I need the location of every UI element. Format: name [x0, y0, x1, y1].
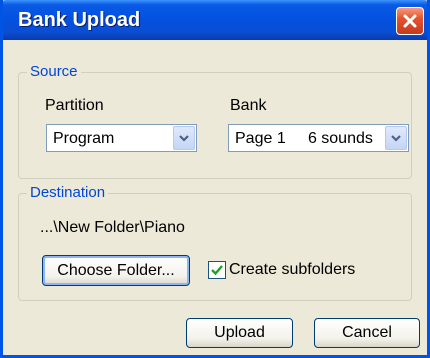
cancel-button-label: Cancel: [342, 324, 392, 341]
bank-upload-dialog: Bank Upload Source Partition Bank Progra…: [0, 0, 430, 358]
destination-legend: Destination: [27, 184, 109, 201]
create-subfolders-checkbox[interactable]: [208, 261, 226, 279]
source-legend: Source: [27, 63, 81, 80]
chevron-down-icon: [179, 135, 189, 142]
choose-folder-button[interactable]: Choose Folder...: [42, 255, 190, 286]
upload-button[interactable]: Upload: [186, 318, 293, 348]
checkmark-icon: [211, 265, 223, 276]
partition-label: Partition: [45, 97, 104, 114]
partition-dropdown-button[interactable]: [173, 126, 195, 150]
close-button[interactable]: [396, 7, 424, 35]
chevron-down-icon: [391, 135, 401, 142]
bank-select[interactable]: Page 1 6 sounds: [228, 124, 409, 152]
choose-folder-label: Choose Folder...: [57, 261, 175, 279]
upload-button-label: Upload: [214, 324, 265, 341]
window-title: Bank Upload: [18, 9, 141, 31]
bank-label: Bank: [230, 97, 267, 114]
destination-path: ...\New Folder\Piano: [40, 219, 185, 236]
bank-select-value: Page 1 6 sounds: [235, 130, 373, 147]
partition-select[interactable]: Program: [46, 124, 197, 152]
close-icon: [403, 14, 417, 28]
cancel-button[interactable]: Cancel: [314, 318, 420, 348]
partition-select-value: Program: [53, 130, 115, 147]
title-bar: Bank Upload: [3, 0, 427, 40]
bank-dropdown-button[interactable]: [385, 126, 407, 150]
create-subfolders-label[interactable]: Create subfolders: [229, 261, 355, 279]
